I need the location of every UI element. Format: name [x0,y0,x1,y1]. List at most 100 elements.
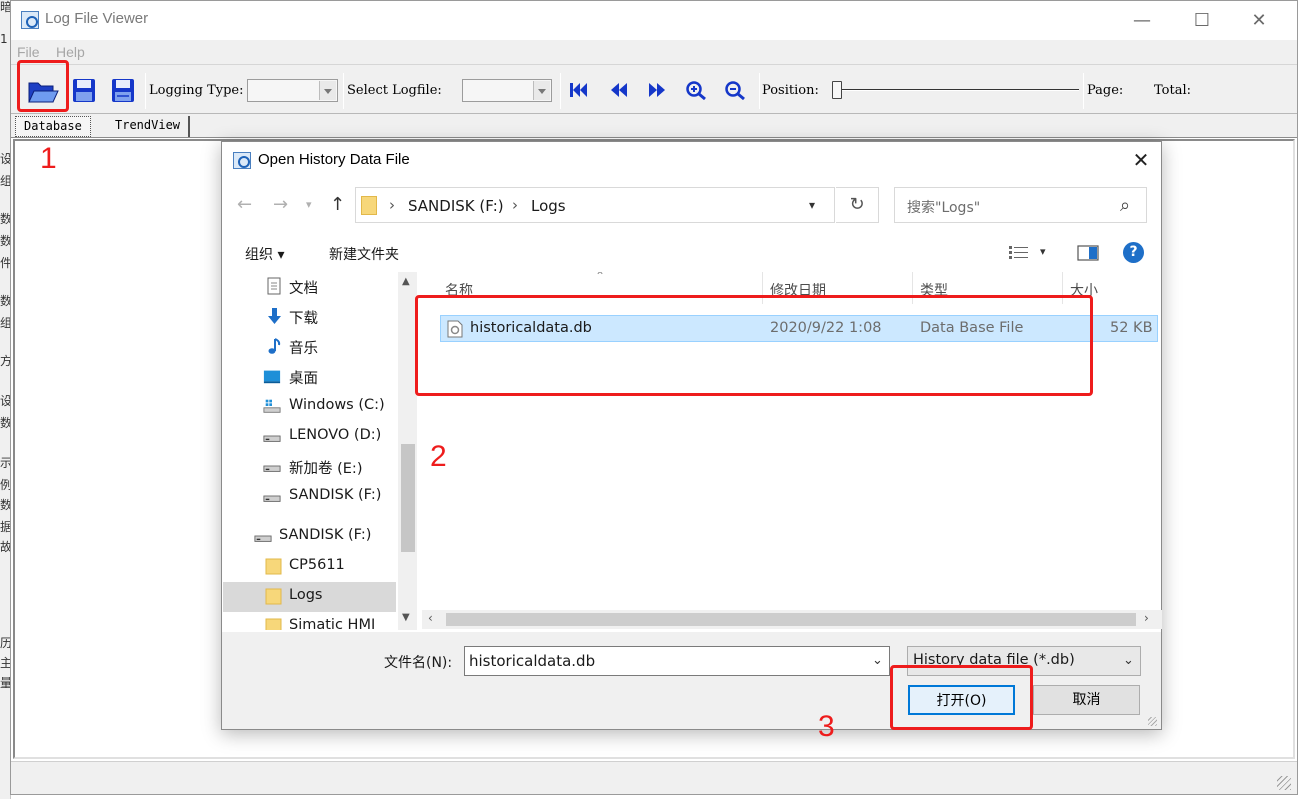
nav-item-label: Windows (C:) [289,397,385,413]
recent-locations-chevron-icon[interactable]: ▾ [306,198,312,211]
logging-type-label: Logging Type: [149,83,244,98]
annotation-number: 2 [430,440,447,473]
menu-help[interactable]: Help [56,44,85,60]
nav-item-label: 桌面 [289,371,318,387]
horizontal-scrollbar[interactable]: ‹ › [422,610,1162,629]
zoom-in-icon[interactable] [685,80,707,100]
chevron-down-icon [533,81,550,100]
windows-drive-icon [263,399,281,413]
filename-label: 文件名(N): [384,655,453,671]
menu-bar: File Help [11,40,1297,64]
toolbar-separator [759,73,760,109]
scroll-down-icon[interactable]: ▼ [402,612,410,623]
filename-input[interactable]: historicaldata.db [464,646,890,676]
chevron-down-icon [319,81,336,100]
desktop-icon [263,370,281,384]
view-options-chevron-icon[interactable]: ▾ [1040,245,1046,258]
toolbar-separator [560,73,561,109]
nav-item-simatic-hmi[interactable]: Simatic HMI [223,612,396,630]
up-arrow-icon[interactable]: ↑ [330,194,345,215]
nav-item-cp5611[interactable]: CP5611 [223,552,396,582]
dialog-title-bar[interactable]: Open History Data File ✕ [222,142,1161,178]
refresh-button[interactable]: ↻ [836,187,879,223]
folder-icon [361,196,377,215]
nav-item-music[interactable]: 音乐 [223,332,396,362]
logging-type-select[interactable] [247,79,338,102]
first-page-icon[interactable] [568,80,590,100]
tab-database[interactable]: Database [15,116,91,137]
search-input[interactable]: 搜索"Logs" ⌕ [894,187,1147,223]
status-bar [11,761,1297,794]
nav-item-downloads[interactable]: 下载 [223,302,396,332]
nav-item-new-volume[interactable]: 新加卷 (E:) [223,452,396,482]
nav-item-label: LENOVO (D:) [289,427,382,443]
toolbar: Logging Type: Select Logfile: Position: [11,64,1297,114]
nav-item-label: 下载 [289,311,318,327]
view-tabs: Database TrendView [11,114,1297,138]
zoom-out-icon[interactable] [724,80,746,100]
filter-chevron-icon[interactable]: ⌄ [1123,653,1134,668]
dialog-resize-grip-icon[interactable] [1148,717,1157,726]
annotation-box-open-button [890,665,1033,730]
new-folder-button[interactable]: 新建文件夹 [329,244,399,264]
breadcrumb-folder[interactable]: Logs [531,197,566,215]
sort-ascending-icon: ⌃ [595,272,606,283]
next-page-icon[interactable] [646,80,668,100]
open-file-dialog: Open History Data File ✕ ← → ▾ ↑ › SANDI… [221,141,1162,730]
nav-item-label: Logs [289,587,323,603]
menu-file[interactable]: File [17,44,40,60]
position-slider-track[interactable] [833,89,1079,91]
back-arrow-icon[interactable]: ← [237,194,252,215]
nav-item-sandisk-drive[interactable]: SANDISK (F:) [223,482,396,512]
title-bar[interactable]: Log File Viewer — ☐ ✕ [11,1,1297,39]
nav-item-desktop[interactable]: 桌面 [223,362,396,392]
minimize-button[interactable]: — [1119,7,1165,35]
cancel-button[interactable]: 取消 [1033,685,1140,715]
preview-pane-icon[interactable] [1077,245,1099,261]
forward-arrow-icon[interactable]: → [273,194,288,215]
nav-item-label: 文档 [289,281,318,297]
position-slider-thumb[interactable] [832,81,842,99]
navigation-pane: 文档 下载 音乐 桌面 Windows (C:) LENOVO (D:) 新加卷… [223,272,418,630]
scrollbar-thumb[interactable] [446,613,1136,626]
drive-icon [263,465,281,472]
breadcrumb-drive[interactable]: SANDISK (F:) [408,197,504,215]
nav-item-label: SANDISK (F:) [279,527,372,543]
nav-item-documents[interactable]: 文档 [223,272,396,302]
close-button[interactable]: ✕ [1236,7,1282,35]
save-button[interactable] [67,73,101,107]
dialog-close-button[interactable]: ✕ [1127,148,1155,172]
address-dropdown-chevron-icon[interactable]: ▾ [809,198,815,212]
nav-item-label: CP5611 [289,557,345,573]
maximize-button[interactable]: ☐ [1179,7,1225,35]
nav-item-label: 音乐 [289,341,318,357]
save-as-button[interactable] [106,73,140,107]
document-icon [267,277,281,295]
scrollbar-thumb[interactable] [401,444,415,552]
scroll-left-icon[interactable]: ‹ [428,611,433,625]
resize-grip-icon[interactable] [1277,776,1291,790]
address-bar[interactable]: › SANDISK (F:) › Logs ▾ [355,187,835,223]
tab-trendview[interactable]: TrendView [107,116,191,137]
refresh-icon: ↻ [849,194,865,215]
nav-item-sandisk-root[interactable]: SANDISK (F:) [223,522,396,552]
help-icon[interactable]: ? [1123,242,1144,263]
view-options-icon[interactable] [1008,245,1030,261]
annotation-box-file [415,295,1093,396]
select-logfile-select[interactable] [462,79,552,102]
organize-menu[interactable]: 组织 ▾ [245,244,284,264]
previous-page-icon[interactable] [608,80,630,100]
drive-icon [263,435,281,442]
filename-history-chevron-icon[interactable]: ⌄ [872,653,883,668]
nav-item-logs-selected[interactable]: Logs [223,582,396,612]
scroll-right-icon[interactable]: › [1144,611,1149,625]
page-label: Page: [1087,83,1124,98]
nav-item-windows-drive[interactable]: Windows (C:) [223,392,396,422]
nav-item-lenovo-drive[interactable]: LENOVO (D:) [223,422,396,452]
toolbar-separator [1083,73,1084,109]
app-icon [21,11,39,29]
window-title: Log File Viewer [45,10,149,27]
annotation-number: 1 [40,142,57,175]
scroll-up-icon[interactable]: ▲ [402,276,410,287]
annotation-box-open [17,60,69,112]
